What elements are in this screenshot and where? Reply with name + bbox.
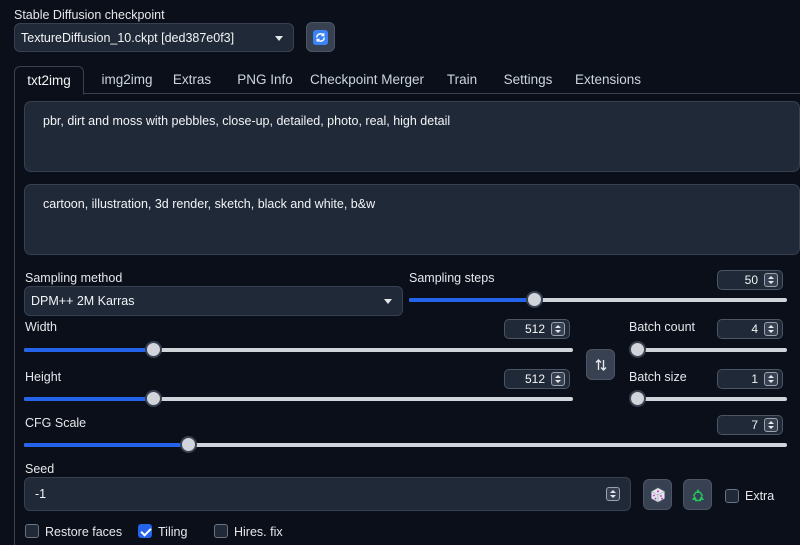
chevron-down-icon — [275, 35, 283, 41]
height-input[interactable]: 512 — [504, 369, 570, 389]
sampling-method-select[interactable]: DPM++ 2M Karras — [24, 286, 403, 316]
stepper-icon[interactable] — [764, 273, 778, 287]
sampling-steps-label: Sampling steps — [409, 271, 495, 285]
stepper-icon[interactable] — [551, 372, 565, 386]
width-input[interactable]: 512 — [504, 319, 570, 339]
stepper-icon[interactable] — [764, 322, 778, 336]
height-value: 512 — [524, 372, 545, 386]
extra-checkbox[interactable] — [725, 489, 739, 503]
sampling-steps-input[interactable]: 50 — [717, 270, 783, 290]
slider-thumb[interactable] — [145, 390, 162, 407]
sampling-steps-slider[interactable] — [409, 291, 787, 308]
slider-thumb[interactable] — [145, 341, 162, 358]
tab-extensions[interactable]: Extensions — [574, 66, 642, 94]
swap-arrows-icon — [595, 358, 606, 371]
cfg-scale-label: CFG Scale — [25, 416, 87, 430]
reuse-seed-button[interactable] — [683, 479, 712, 510]
batch-count-input[interactable]: 4 — [717, 319, 783, 339]
tab-txt2img[interactable]: txt2img — [14, 66, 84, 95]
stepper-icon[interactable] — [764, 372, 778, 386]
tab-img2img[interactable]: img2img — [90, 66, 164, 94]
slider-thumb[interactable] — [628, 341, 646, 358]
stepper-icon[interactable] — [764, 418, 778, 432]
batch-size-label: Batch size — [629, 370, 687, 384]
batch-size-input[interactable]: 1 — [717, 369, 783, 389]
tab-checkpoint-merger[interactable]: Checkpoint Merger — [310, 66, 424, 94]
sampling-method-value: DPM++ 2M Karras — [31, 294, 135, 308]
tiling-checkbox[interactable] — [138, 524, 152, 538]
cfg-scale-slider[interactable] — [24, 436, 787, 453]
batch-count-label: Batch count — [629, 320, 696, 334]
prompt-textarea[interactable]: pbr, dirt and moss with pebbles, close-u… — [24, 101, 800, 172]
slider-fill — [24, 443, 189, 447]
tab-settings[interactable]: Settings — [500, 66, 556, 94]
slider-thumb[interactable] — [180, 436, 198, 453]
negative-prompt-text: cartoon, illustration, 3d render, sketch… — [43, 197, 376, 211]
slider-thumb[interactable] — [525, 291, 543, 308]
restore-faces-label: Restore faces — [45, 525, 123, 539]
negative-prompt-textarea[interactable]: cartoon, illustration, 3d render, sketch… — [24, 184, 800, 255]
height-label: Height — [25, 370, 62, 384]
prompt-text: pbr, dirt and moss with pebbles, close-u… — [43, 114, 451, 128]
extra-label: Extra — [745, 489, 775, 503]
checkpoint-value: TextureDiffusion_10.ckpt [ded387e0f3] — [21, 30, 235, 45]
chevron-down-icon — [384, 299, 392, 304]
batch-size-value: 1 — [751, 372, 758, 386]
refresh-checkpoint-button[interactable] — [306, 22, 335, 52]
cfg-scale-input[interactable]: 7 — [717, 415, 783, 435]
refresh-icon — [313, 29, 328, 45]
random-seed-button[interactable] — [643, 479, 672, 510]
tab-train[interactable]: Train — [442, 66, 482, 94]
tab-bar: txt2img img2img Extras PNG Info Checkpoi… — [14, 66, 800, 95]
seed-value: -1 — [35, 487, 47, 501]
seed-input[interactable]: -1 — [24, 477, 631, 511]
height-slider[interactable] — [24, 390, 573, 407]
width-slider[interactable] — [24, 341, 573, 358]
stepper-icon[interactable] — [606, 487, 620, 501]
stepper-icon[interactable] — [551, 322, 565, 336]
width-value: 512 — [524, 322, 545, 336]
batch-size-slider[interactable] — [629, 390, 787, 407]
slider-fill — [24, 348, 153, 352]
batch-count-value: 4 — [751, 322, 758, 336]
checkpoint-select[interactable]: TextureDiffusion_10.ckpt [ded387e0f3] — [14, 23, 294, 52]
sampling-method-label: Sampling method — [25, 271, 123, 285]
tiling-label: Tiling — [158, 525, 188, 539]
slider-fill — [24, 397, 153, 401]
slider-thumb[interactable] — [629, 390, 646, 407]
hires-fix-checkbox[interactable] — [214, 524, 228, 538]
tab-png-info[interactable]: PNG Info — [233, 66, 297, 94]
seed-label: Seed — [25, 462, 55, 476]
dice-icon — [650, 487, 665, 502]
restore-faces-checkbox[interactable] — [25, 524, 39, 538]
width-label: Width — [25, 320, 57, 334]
batch-count-slider[interactable] — [628, 341, 787, 358]
recycle-icon — [691, 488, 704, 501]
slider-fill — [409, 298, 534, 302]
hires-fix-label: Hires. fix — [234, 525, 283, 539]
sampling-steps-value: 50 — [744, 273, 758, 287]
tab-extras[interactable]: Extras — [167, 66, 217, 94]
swap-dimensions-button[interactable] — [586, 349, 615, 380]
cfg-scale-value: 7 — [751, 418, 758, 432]
checkpoint-label: Stable Diffusion checkpoint — [14, 8, 165, 22]
